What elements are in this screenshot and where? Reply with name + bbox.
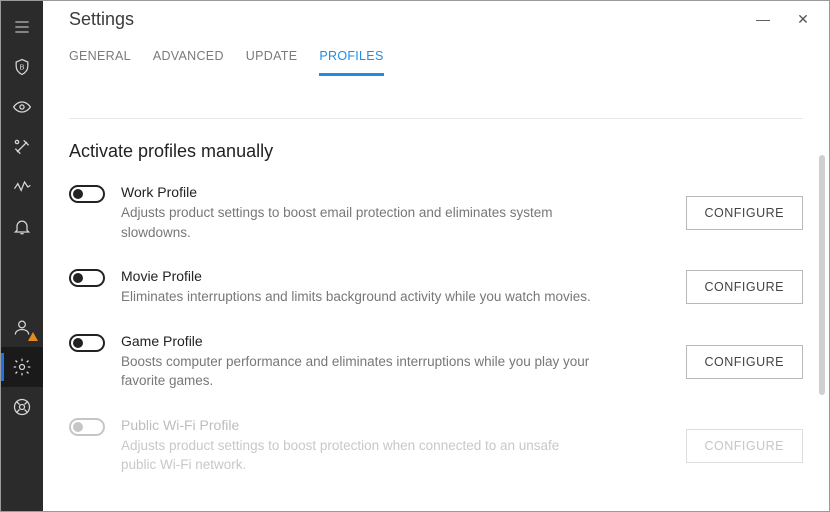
toggle-knob — [73, 422, 83, 432]
bell-icon[interactable] — [1, 207, 43, 247]
profile-desc: Adjusts product settings to boost protec… — [121, 436, 591, 475]
section-heading: Activate profiles manually — [69, 141, 803, 162]
tab-bar: GENERAL ADVANCED UPDATE PROFILES — [43, 37, 829, 76]
toggle-movie[interactable] — [69, 269, 105, 287]
tab-update[interactable]: UPDATE — [246, 49, 298, 75]
toggle-knob — [73, 273, 83, 283]
app-window: B Settings — ✕ — [0, 0, 830, 512]
page-title: Settings — [69, 9, 134, 30]
activity-icon[interactable] — [1, 167, 43, 207]
toggle-work[interactable] — [69, 185, 105, 203]
warning-badge-icon — [28, 332, 38, 341]
toggle-wifi — [69, 418, 105, 436]
profile-title: Public Wi-Fi Profile — [121, 417, 658, 433]
configure-button-movie[interactable]: CONFIGURE — [686, 270, 804, 304]
tab-profiles[interactable]: PROFILES — [319, 49, 383, 76]
configure-button-wifi: CONFIGURE — [686, 429, 804, 463]
tab-advanced[interactable]: ADVANCED — [153, 49, 224, 75]
scrollbar[interactable] — [819, 155, 825, 395]
content-area: Activate profiles manually Work Profile … — [43, 119, 829, 511]
titlebar: Settings — ✕ — [43, 1, 829, 37]
menu-icon[interactable] — [1, 7, 43, 47]
tab-general[interactable]: GENERAL — [69, 49, 131, 75]
account-icon[interactable] — [1, 307, 43, 347]
profile-body: Game Profile Boosts computer performance… — [121, 333, 670, 391]
profile-row-wifi: Public Wi-Fi Profile Adjusts product set… — [69, 417, 803, 475]
window-controls: — ✕ — [755, 11, 811, 28]
profile-body: Public Wi-Fi Profile Adjusts product set… — [121, 417, 670, 475]
profile-title: Work Profile — [121, 184, 658, 200]
profile-desc: Eliminates interruptions and limits back… — [121, 287, 591, 307]
configure-button-game[interactable]: CONFIGURE — [686, 345, 804, 379]
minimize-button[interactable]: — — [755, 11, 771, 28]
toggle-knob — [73, 189, 83, 199]
support-icon[interactable] — [1, 387, 43, 427]
sidebar: B — [1, 1, 43, 511]
shield-icon[interactable]: B — [1, 47, 43, 87]
profile-title: Game Profile — [121, 333, 658, 349]
profile-desc: Boosts computer performance and eliminat… — [121, 352, 591, 391]
settings-icon[interactable] — [1, 347, 43, 387]
profile-row-work: Work Profile Adjusts product settings to… — [69, 184, 803, 242]
tools-icon[interactable] — [1, 127, 43, 167]
close-button[interactable]: ✕ — [795, 11, 811, 28]
toggle-game[interactable] — [69, 334, 105, 352]
profile-row-movie: Movie Profile Eliminates interruptions a… — [69, 268, 803, 307]
profile-body: Work Profile Adjusts product settings to… — [121, 184, 670, 242]
profile-row-game: Game Profile Boosts computer performance… — [69, 333, 803, 391]
eye-icon[interactable] — [1, 87, 43, 127]
profile-title: Movie Profile — [121, 268, 658, 284]
toggle-knob — [73, 338, 83, 348]
profile-body: Movie Profile Eliminates interruptions a… — [121, 268, 670, 307]
configure-button-work[interactable]: CONFIGURE — [686, 196, 804, 230]
main-panel: Settings — ✕ GENERAL ADVANCED UPDATE PRO… — [43, 1, 829, 511]
svg-text:B: B — [19, 63, 24, 72]
profile-desc: Adjusts product settings to boost email … — [121, 203, 591, 242]
